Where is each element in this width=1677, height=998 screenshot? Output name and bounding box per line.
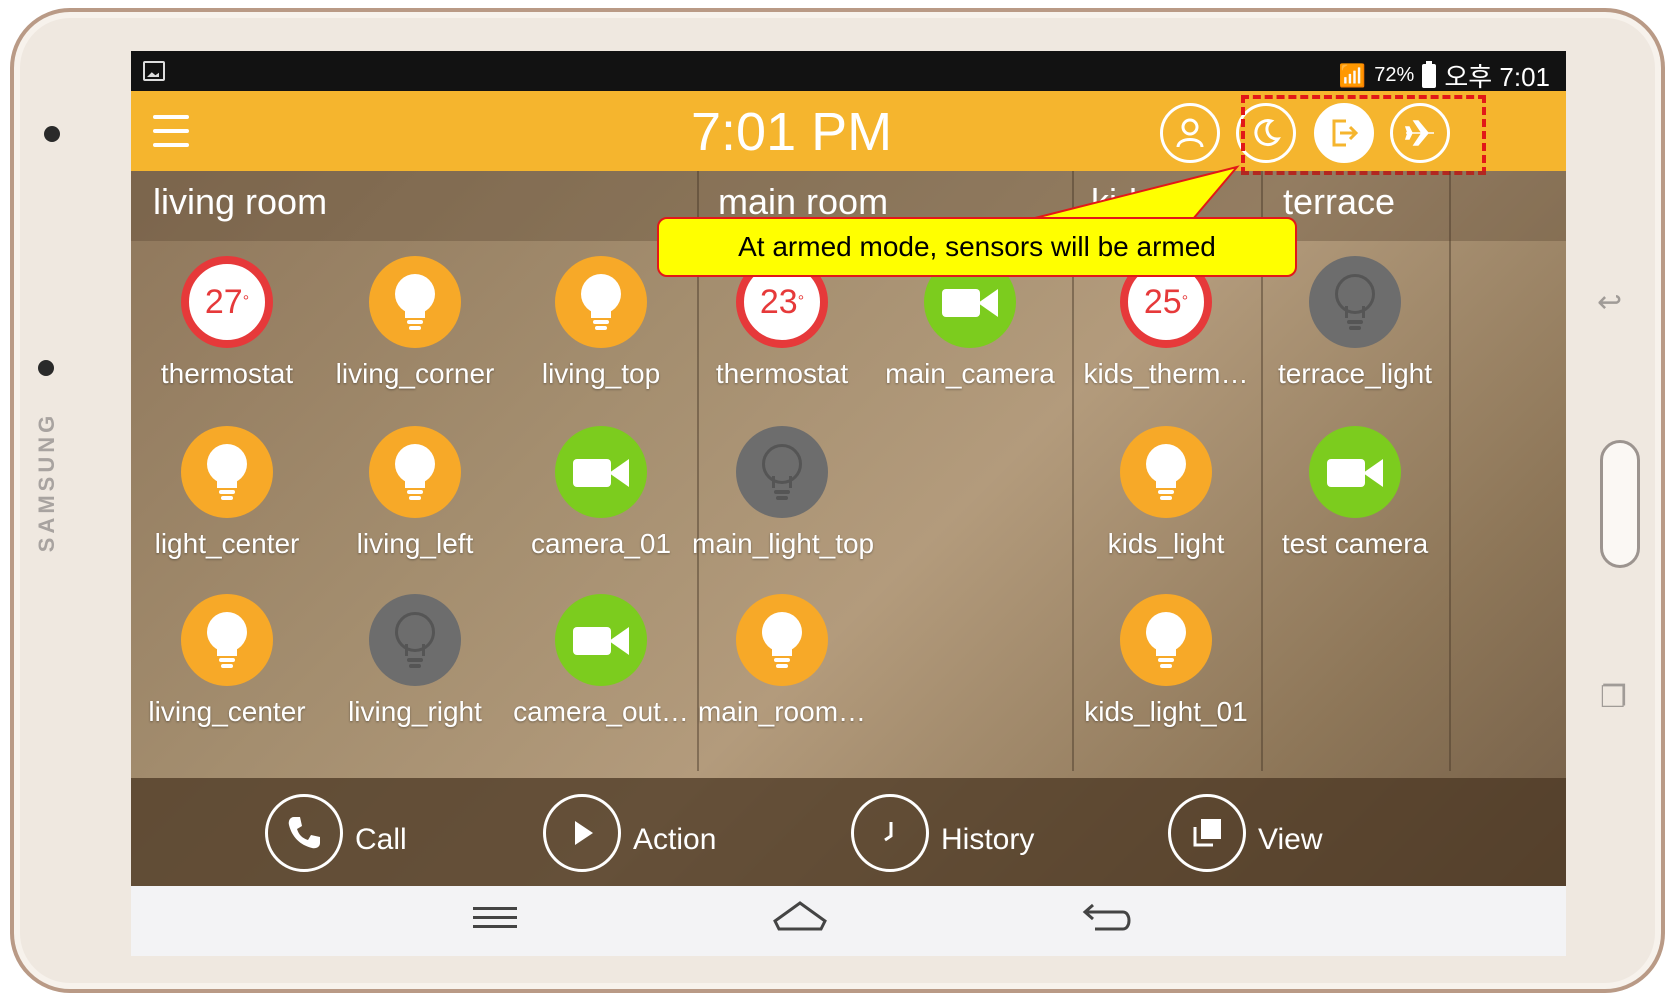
device-tile-kids-light-01[interactable]: kids_light_01 bbox=[1076, 594, 1256, 728]
phone-icon bbox=[265, 794, 343, 872]
light-bulb-icon bbox=[1120, 594, 1212, 686]
nav-menu-icon[interactable] bbox=[471, 898, 519, 943]
home-key[interactable] bbox=[1600, 440, 1640, 568]
image-notification-icon bbox=[143, 61, 165, 81]
call-button[interactable]: Call bbox=[265, 794, 407, 872]
device-label: light_center bbox=[154, 528, 300, 559]
light-bulb-off-icon bbox=[1309, 256, 1401, 348]
device-label: living_right bbox=[348, 696, 482, 727]
action-bar: Call Action History View bbox=[131, 778, 1566, 886]
device-tile-thermostat[interactable]: 27 ° thermostat bbox=[137, 256, 317, 390]
light-bulb-icon bbox=[555, 256, 647, 348]
screen: 📶 72% 오후 7:01 7:01 PM living room main r… bbox=[131, 51, 1566, 956]
device-label: kids_light_01 bbox=[1084, 696, 1248, 727]
history-button[interactable]: History bbox=[851, 794, 1034, 872]
brand-logo: SAMSUNG bbox=[34, 411, 59, 553]
device-label: living_left bbox=[356, 528, 474, 559]
armed-mode-highlight bbox=[1241, 95, 1486, 175]
device-tile-main-room[interactable]: main_room… bbox=[692, 594, 872, 728]
battery-percentage: 72% bbox=[1374, 64, 1415, 86]
room-divider bbox=[1449, 171, 1451, 771]
device-label: living_corner bbox=[335, 358, 495, 389]
status-bar: 📶 72% 오후 7:01 bbox=[131, 51, 1566, 94]
light-bulb-off-icon bbox=[736, 426, 828, 518]
armed-mode-callout: At armed mode, sensors will be armed bbox=[657, 217, 1297, 277]
light-bulb-icon bbox=[369, 256, 461, 348]
front-camera bbox=[38, 360, 54, 376]
video-camera-icon bbox=[555, 426, 647, 518]
status-time: 오후 7:01 bbox=[1444, 62, 1550, 92]
action-label: Action bbox=[633, 823, 717, 856]
wifi-icon: 📶 bbox=[1338, 62, 1367, 88]
menu-icon[interactable] bbox=[153, 115, 189, 147]
device-label: thermostat bbox=[715, 358, 849, 389]
nav-back-icon[interactable] bbox=[1081, 898, 1137, 943]
thermostat-value: 23 bbox=[759, 282, 798, 321]
call-label: Call bbox=[355, 823, 407, 856]
device-label: main_room… bbox=[697, 696, 867, 727]
battery-icon bbox=[1422, 60, 1437, 88]
light-bulb-off-icon bbox=[369, 594, 461, 686]
video-camera-icon bbox=[1309, 426, 1401, 518]
device-tile-main-light-top[interactable]: main_light_top bbox=[692, 426, 875, 560]
device-tile-test-camera[interactable]: test camera bbox=[1265, 426, 1445, 560]
device-label: living_top bbox=[541, 358, 661, 389]
light-bulb-icon bbox=[736, 594, 828, 686]
device-tile-kids-light[interactable]: kids_light bbox=[1076, 426, 1256, 560]
back-key-icon[interactable]: ↩ bbox=[1597, 285, 1622, 320]
device-tile-camera-out[interactable]: camera_out… bbox=[511, 594, 691, 728]
view-icon bbox=[1168, 794, 1246, 872]
view-label: View bbox=[1258, 823, 1323, 856]
device-label: camera_01 bbox=[530, 528, 672, 559]
device-label: camera_out… bbox=[513, 696, 689, 727]
device-label: main_light_top bbox=[692, 528, 875, 559]
room-title-terrace[interactable]: terrace bbox=[1283, 181, 1395, 223]
thermostat-icon: 27 ° bbox=[181, 256, 273, 348]
user-mode-button[interactable] bbox=[1160, 103, 1220, 163]
device-label: living_center bbox=[148, 696, 306, 727]
front-sensor bbox=[44, 126, 60, 142]
light-bulb-icon bbox=[1120, 426, 1212, 518]
clock-icon bbox=[851, 794, 929, 872]
status-right: 📶 72% 오후 7:01 bbox=[1339, 57, 1550, 94]
device-label: test camera bbox=[1281, 528, 1429, 559]
device-tile-living-left[interactable]: living_left bbox=[325, 426, 505, 560]
history-label: History bbox=[941, 823, 1035, 856]
device-tile-light-center[interactable]: light_center bbox=[137, 426, 317, 560]
room-title-living[interactable]: living room bbox=[153, 181, 327, 223]
device-tile-living-right[interactable]: living_right bbox=[325, 594, 505, 728]
thermostat-value: 27 bbox=[204, 282, 243, 321]
thermostat-value: 25 bbox=[1143, 282, 1182, 321]
view-button[interactable]: View bbox=[1168, 794, 1322, 872]
device-label: kids_light bbox=[1107, 528, 1225, 559]
play-icon bbox=[543, 794, 621, 872]
light-bulb-icon bbox=[369, 426, 461, 518]
video-camera-icon bbox=[555, 594, 647, 686]
device-label: terrace_light bbox=[1277, 358, 1433, 389]
device-tile-terrace-light[interactable]: terrace_light bbox=[1265, 256, 1445, 390]
clock: 7:01 PM bbox=[691, 102, 893, 162]
device-label: thermostat bbox=[160, 358, 294, 389]
device-label: main_camera bbox=[885, 358, 1055, 389]
action-button[interactable]: Action bbox=[543, 794, 716, 872]
recent-apps-key-icon[interactable]: ❐ bbox=[1600, 680, 1627, 715]
device-tile-living-center[interactable]: living_center bbox=[137, 594, 317, 728]
light-bulb-icon bbox=[181, 594, 273, 686]
device-tile-living-corner[interactable]: living_corner bbox=[325, 256, 505, 390]
navigation-bar bbox=[131, 886, 1566, 956]
device-tile-camera-01[interactable]: camera_01 bbox=[511, 426, 691, 560]
user-icon bbox=[1176, 118, 1204, 148]
device-label: kids_therm… bbox=[1083, 358, 1249, 389]
nav-home-icon[interactable] bbox=[771, 898, 829, 943]
light-bulb-icon bbox=[181, 426, 273, 518]
